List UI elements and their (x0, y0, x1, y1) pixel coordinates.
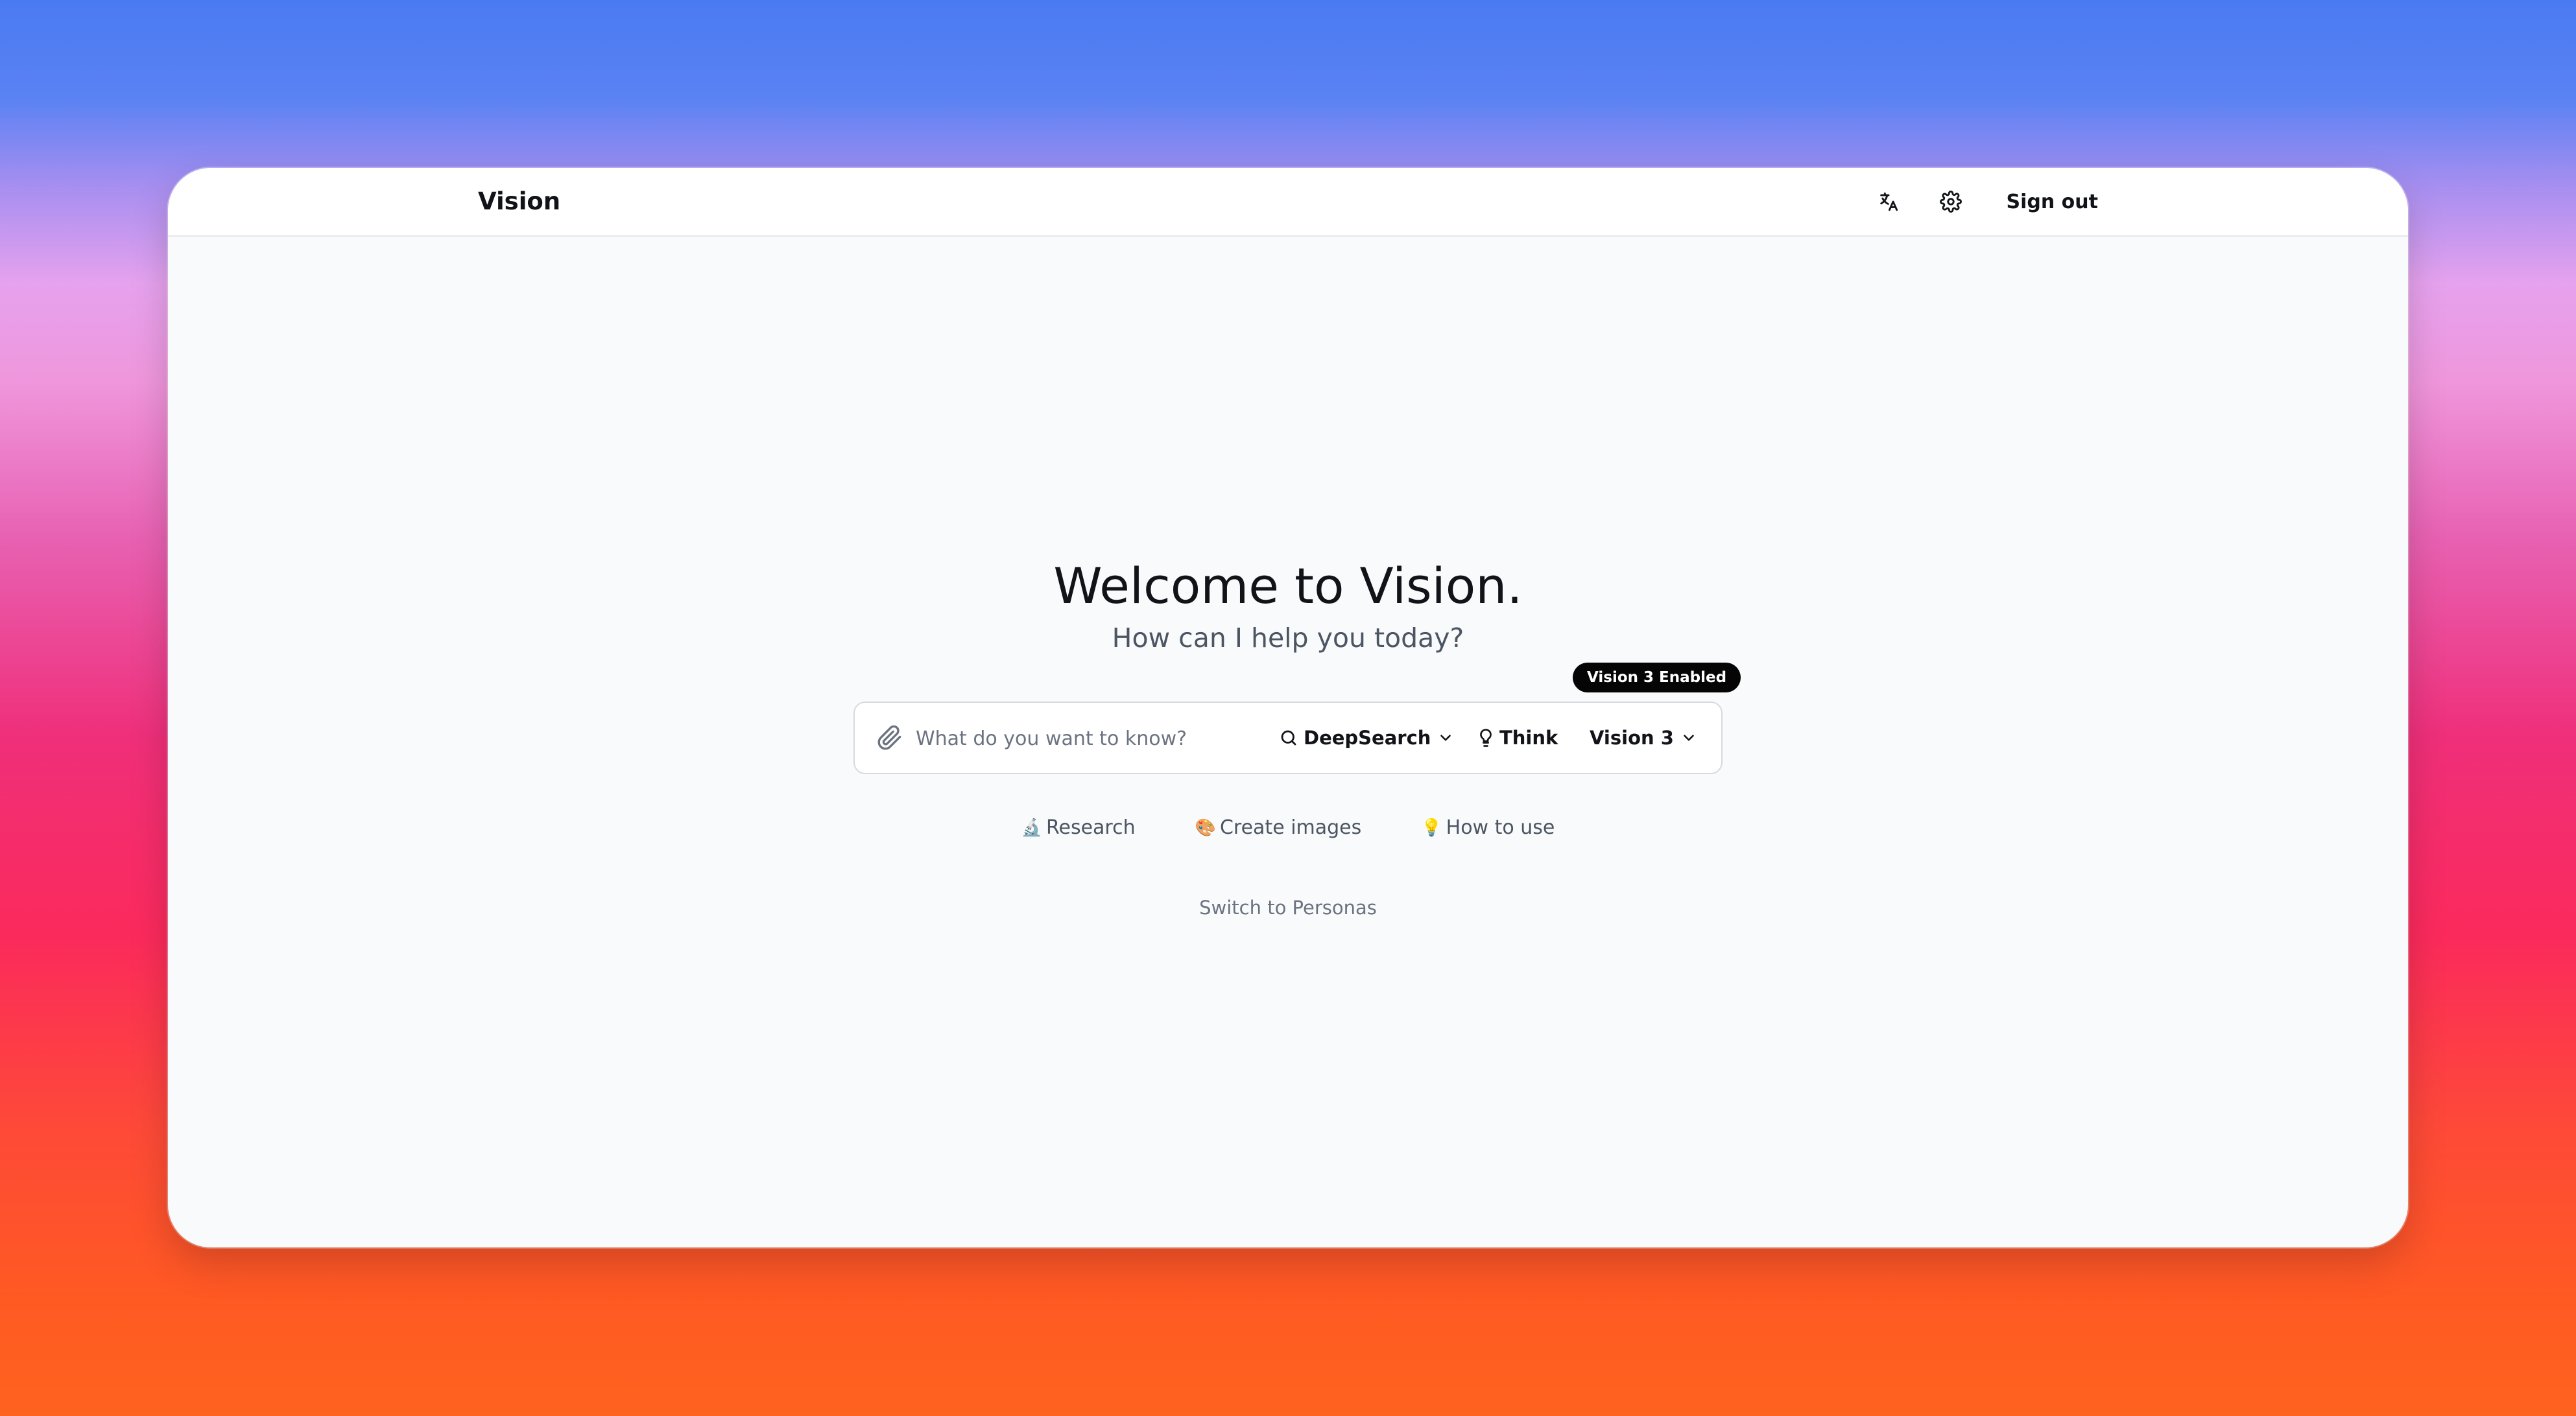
translate-icon (1879, 192, 1898, 211)
deepsearch-label: DeepSearch (1304, 727, 1431, 749)
suggestion-create-images[interactable]: 🎨 Create images (1195, 816, 1362, 839)
suggestion-list: 🔬 Research 🎨 Create images 💡 How to use (168, 816, 2408, 839)
lightbulb-icon (1480, 729, 1492, 747)
model-selector[interactable]: Vision 3 (1590, 718, 1697, 757)
lightbulb-icon: 💡 (1421, 818, 1442, 838)
translate-button[interactable] (1869, 182, 1908, 221)
suggestion-research[interactable]: 🔬 Research (1021, 816, 1136, 839)
settings-button[interactable] (1931, 182, 1970, 221)
deepsearch-dropdown[interactable]: DeepSearch (1279, 718, 1454, 757)
switch-to-personas-link[interactable]: Switch to Personas (168, 897, 2408, 919)
chevron-down-icon (1684, 735, 1694, 741)
top-nav: Vision Sign out (168, 168, 2408, 237)
suggestion-label: Create images (1219, 816, 1362, 839)
nav-actions: Sign out (1846, 182, 2098, 221)
think-toggle[interactable]: Think (1476, 718, 1558, 757)
suggestion-label: How to use (1446, 816, 1555, 839)
paperclip-icon (877, 725, 901, 750)
palette-icon: 🎨 (1195, 818, 1216, 838)
suggestion-how-to-use[interactable]: 💡 How to use (1421, 816, 1555, 839)
model-label: Vision 3 (1590, 727, 1674, 749)
brand-name[interactable]: Vision (478, 183, 560, 220)
attach-button[interactable] (873, 721, 907, 755)
think-label: Think (1499, 727, 1558, 749)
chevron-down-icon (1440, 735, 1451, 741)
suggestion-label: Research (1045, 816, 1136, 839)
sign-out-button[interactable]: Sign out (2007, 191, 2098, 213)
prompt-composer: DeepSearch Think Vision 3 (853, 702, 1723, 774)
microscope-icon: 🔬 (1021, 818, 1042, 838)
app-window: Vision Sign out Welcome to Vision. How c… (168, 168, 2408, 1247)
welcome-subtitle: How can I help you today? (1112, 622, 1464, 654)
search-icon (1281, 730, 1296, 746)
welcome-title: Welcome to Vision. (1053, 557, 1523, 615)
model-enabled-badge: Vision 3 Enabled (1573, 663, 1741, 692)
gear-icon (1939, 191, 1962, 213)
prompt-input[interactable] (914, 718, 1254, 759)
